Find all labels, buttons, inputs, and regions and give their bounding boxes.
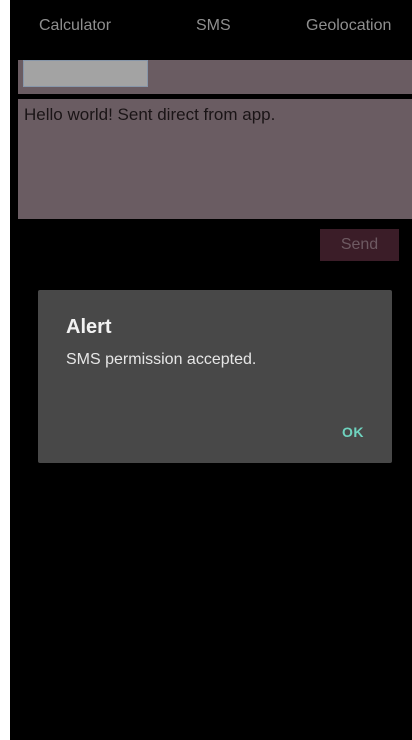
tab-calculator[interactable]: Calculator: [39, 17, 111, 35]
phone-number-input[interactable]: [23, 60, 148, 87]
alert-dialog: Alert SMS permission accepted. OK: [38, 290, 392, 463]
tab-bar: Calculator SMS Geolocation: [10, 0, 412, 52]
tab-geolocation[interactable]: Geolocation: [306, 17, 391, 35]
send-button[interactable]: Send: [320, 229, 399, 261]
dialog-title: Alert: [66, 316, 112, 338]
phone-number-row: [18, 60, 412, 94]
app-screen: Calculator SMS Geolocation Hello world! …: [10, 0, 412, 740]
message-textarea[interactable]: Hello world! Sent direct from app.: [18, 99, 412, 219]
dialog-message: SMS permission accepted.: [66, 351, 257, 368]
ok-button[interactable]: OK: [342, 424, 364, 440]
tab-sms[interactable]: SMS: [196, 17, 231, 35]
